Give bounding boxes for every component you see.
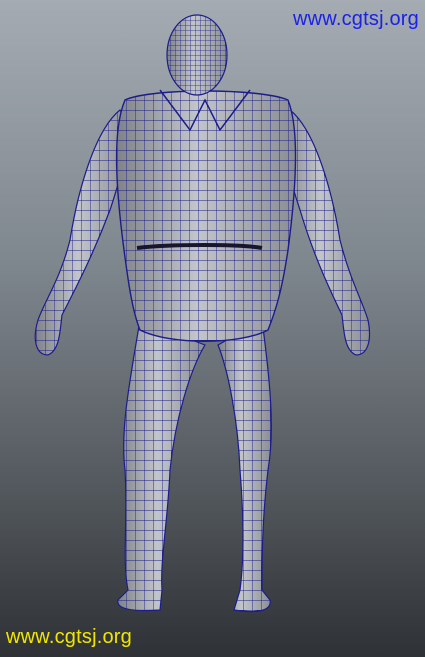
head-mesh bbox=[166, 14, 228, 96]
watermark-top: www.cgtsj.org bbox=[293, 8, 419, 30]
torso-mesh bbox=[115, 89, 297, 342]
3d-viewport[interactable]: www.cgtsj.org www.cgtsj.org bbox=[0, 0, 425, 657]
legs-mesh bbox=[117, 319, 272, 613]
character-model[interactable] bbox=[0, 0, 425, 657]
watermark-bottom: www.cgtsj.org bbox=[6, 626, 132, 648]
